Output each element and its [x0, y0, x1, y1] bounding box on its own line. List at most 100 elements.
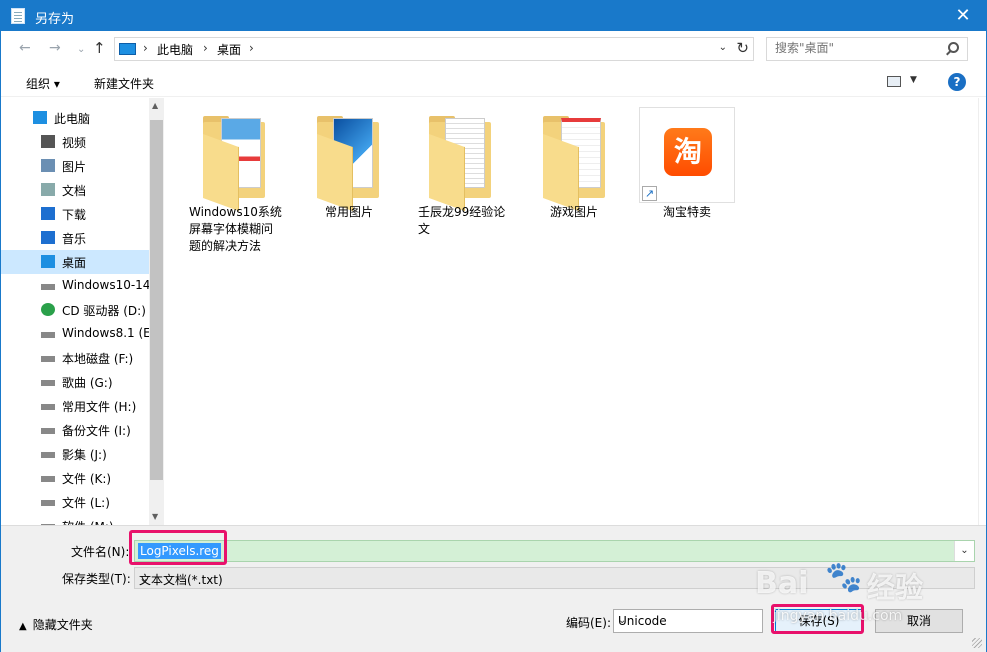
nav-item[interactable]: Windows10-14: [1, 274, 149, 298]
filename-label: 文件名(N):: [71, 545, 130, 559]
scrollbar-thumb[interactable]: [150, 120, 163, 480]
nav-item[interactable]: 文件 (K:): [1, 466, 149, 490]
nav-item-label: Windows8.1 (E: [62, 326, 149, 340]
breadcrumb-separator[interactable]: ›: [203, 41, 208, 55]
drive-icon: [41, 452, 55, 458]
hide-folders-toggle[interactable]: ▲ 隐藏文件夹: [19, 616, 93, 633]
view-options-icon[interactable]: [887, 76, 901, 87]
nav-item-label: 文件 (L:): [62, 496, 110, 510]
nav-item[interactable]: 桌面: [1, 250, 149, 274]
nav-item-label: 常用文件 (H:): [62, 400, 137, 414]
dialog-title: 另存为: [35, 12, 75, 27]
nav-pane-scrollbar[interactable]: ▲ ▼: [149, 98, 164, 525]
folder-item[interactable]: 壬辰龙99经验论文: [415, 110, 515, 250]
nav-item-label: 下载: [62, 208, 87, 222]
chevron-down-icon[interactable]: ▼: [910, 75, 917, 85]
breadcrumb-desktop[interactable]: 桌面: [217, 41, 241, 58]
nav-item[interactable]: 歌曲 (G:): [1, 370, 149, 394]
documents-icon: [41, 183, 55, 196]
drive-icon: [41, 284, 55, 290]
nav-item-label: 音乐: [62, 232, 87, 246]
nav-item-label: 歌曲 (G:): [62, 376, 113, 390]
folder-item[interactable]: 游戏图片: [531, 110, 631, 230]
recent-locations-chevron-icon[interactable]: ⌄: [77, 44, 85, 55]
file-name: 淘宝特卖: [663, 205, 712, 219]
chevron-up-icon: ▲: [19, 621, 27, 632]
music-icon: [41, 231, 55, 244]
filetype-select[interactable]: 文本文档(*.txt) ⌄: [134, 567, 975, 589]
nav-item-label: 此电脑: [54, 112, 91, 126]
drive-icon: [41, 380, 55, 386]
file-name: 游戏图片: [550, 205, 599, 219]
filename-input[interactable]: LogPixels.reg ⌄: [134, 540, 975, 562]
command-toolbar: 组织 ▾ 新建文件夹 ▼ ?: [1, 67, 986, 97]
back-arrow-icon[interactable]: ←: [19, 40, 31, 56]
nav-item[interactable]: 音乐: [1, 226, 149, 250]
folder-item[interactable]: Windows10系统 屏幕字体模糊问 题的解决方法: [185, 110, 285, 260]
notepad-icon: [11, 8, 25, 24]
folder-item[interactable]: 常用图片: [303, 110, 403, 230]
shortcut-item[interactable]: 淘 ↗: [639, 107, 735, 203]
nav-item-label: 影集 (J:): [62, 448, 107, 462]
filename-value[interactable]: LogPixels.reg: [138, 543, 221, 559]
taobao-icon: 淘: [664, 128, 712, 176]
organize-button[interactable]: 组织 ▾: [26, 75, 60, 92]
drive-icon: [41, 332, 55, 338]
folder-icon: [317, 116, 379, 212]
nav-item[interactable]: 图片: [1, 154, 149, 178]
up-arrow-icon[interactable]: ↑: [93, 39, 106, 57]
file-name: 常用图片: [325, 205, 374, 219]
nav-item[interactable]: 此电脑: [1, 106, 149, 130]
forward-arrow-icon[interactable]: →: [49, 40, 61, 56]
search-input[interactable]: [775, 41, 935, 55]
video-icon: [41, 135, 55, 148]
encoding-select[interactable]: Unicode ⌄: [613, 609, 763, 633]
chevron-down-icon[interactable]: ⌄: [954, 541, 974, 561]
drive-icon: [41, 500, 55, 506]
search-box[interactable]: [766, 37, 968, 61]
chevron-down-icon[interactable]: ⌄: [139, 571, 968, 585]
breadcrumb-this-pc[interactable]: 此电脑: [157, 41, 193, 58]
refresh-icon[interactable]: ↻: [736, 39, 749, 57]
cd-drive-icon: [41, 303, 55, 316]
chevron-down-icon[interactable]: ⌄: [618, 615, 758, 626]
breadcrumb-separator[interactable]: ›: [249, 41, 254, 55]
breadcrumb-separator[interactable]: ›: [143, 41, 148, 55]
help-icon[interactable]: ?: [948, 73, 966, 91]
resize-grip[interactable]: [972, 638, 982, 648]
cancel-button[interactable]: 取消: [875, 609, 963, 633]
nav-item[interactable]: 影集 (J:): [1, 442, 149, 466]
nav-item[interactable]: CD 驱动器 (D:): [1, 298, 149, 322]
nav-item[interactable]: 文档: [1, 178, 149, 202]
close-button[interactable]: ✕: [940, 1, 986, 31]
nav-item[interactable]: 备份文件 (I:): [1, 418, 149, 442]
nav-item[interactable]: 视频: [1, 130, 149, 154]
nav-item-label: 视频: [62, 136, 87, 150]
nav-item[interactable]: 常用文件 (H:): [1, 394, 149, 418]
desktop-icon: [41, 255, 55, 268]
address-bar[interactable]: › 此电脑 › 桌面 › ⌄ ↻: [114, 37, 754, 61]
scroll-down-arrow-icon[interactable]: ▼: [152, 512, 158, 521]
chevron-down-icon[interactable]: ⌄: [719, 42, 727, 53]
save-button[interactable]: 保存(S): [775, 609, 863, 633]
nav-item-label: 文件 (K:): [62, 472, 112, 486]
nav-item[interactable]: 软件 (M:): [1, 514, 149, 525]
scroll-up-arrow-icon[interactable]: ▲: [152, 101, 158, 110]
search-icon[interactable]: [948, 42, 959, 53]
title-bar: 另存为 ✕: [1, 1, 986, 31]
drive-icon: [41, 476, 55, 482]
nav-item[interactable]: 下载: [1, 202, 149, 226]
drive-icon: [41, 428, 55, 434]
folder-icon: [429, 116, 491, 212]
nav-item-label: 本地磁盘 (F:): [62, 352, 134, 366]
nav-item[interactable]: Windows8.1 (E: [1, 322, 149, 346]
navigation-bar: ← → ⌄ ↑ › 此电脑 › 桌面 › ⌄ ↻: [1, 31, 986, 67]
new-folder-button[interactable]: 新建文件夹: [94, 75, 154, 92]
encoding-label: 编码(E):: [566, 616, 611, 630]
computer-icon: [119, 43, 136, 55]
nav-item-label: 桌面: [62, 256, 87, 270]
content-scrollbar[interactable]: [978, 98, 986, 525]
computer-icon: [33, 111, 47, 124]
nav-item[interactable]: 文件 (L:): [1, 490, 149, 514]
nav-item[interactable]: 本地磁盘 (F:): [1, 346, 149, 370]
